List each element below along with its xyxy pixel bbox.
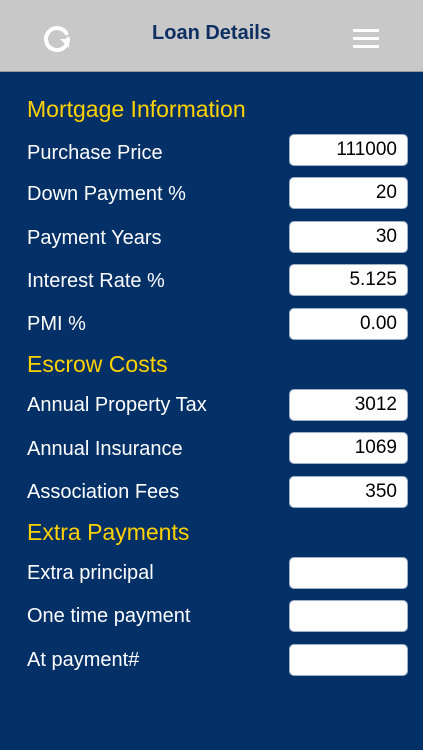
down-payment-label: Down Payment % xyxy=(27,183,186,205)
one-time-payment-label: One time payment xyxy=(27,605,191,627)
payment-years-input[interactable] xyxy=(289,221,408,253)
section-title-escrow: Escrow Costs xyxy=(27,351,168,377)
payment-years-label: Payment Years xyxy=(27,227,162,249)
interest-rate-input[interactable] xyxy=(289,264,408,296)
association-fees-label: Association Fees xyxy=(27,481,180,503)
pmi-label: PMI % xyxy=(27,313,86,335)
insurance-input[interactable] xyxy=(289,432,408,464)
pmi-input[interactable] xyxy=(289,308,408,340)
insurance-label: Annual Insurance xyxy=(27,438,183,460)
at-payment-label: At payment# xyxy=(27,649,140,671)
purchase-price-input[interactable] xyxy=(289,134,408,166)
property-tax-input[interactable] xyxy=(289,389,408,421)
one-time-payment-input[interactable] xyxy=(289,600,408,632)
section-title-mortgage: Mortgage Information xyxy=(27,96,246,122)
app-header: Loan Details xyxy=(0,0,423,72)
at-payment-input[interactable] xyxy=(289,644,408,676)
purchase-price-label: Purchase Price xyxy=(27,142,163,164)
interest-rate-label: Interest Rate % xyxy=(27,270,165,292)
extra-principal-input[interactable] xyxy=(289,557,408,589)
down-payment-input[interactable] xyxy=(289,177,408,209)
association-fees-input[interactable] xyxy=(289,476,408,508)
hamburger-menu-icon xyxy=(353,29,379,48)
extra-principal-label: Extra principal xyxy=(27,562,154,584)
section-title-extra: Extra Payments xyxy=(27,519,190,545)
menu-button[interactable] xyxy=(349,24,383,54)
property-tax-label: Annual Property Tax xyxy=(27,394,207,416)
